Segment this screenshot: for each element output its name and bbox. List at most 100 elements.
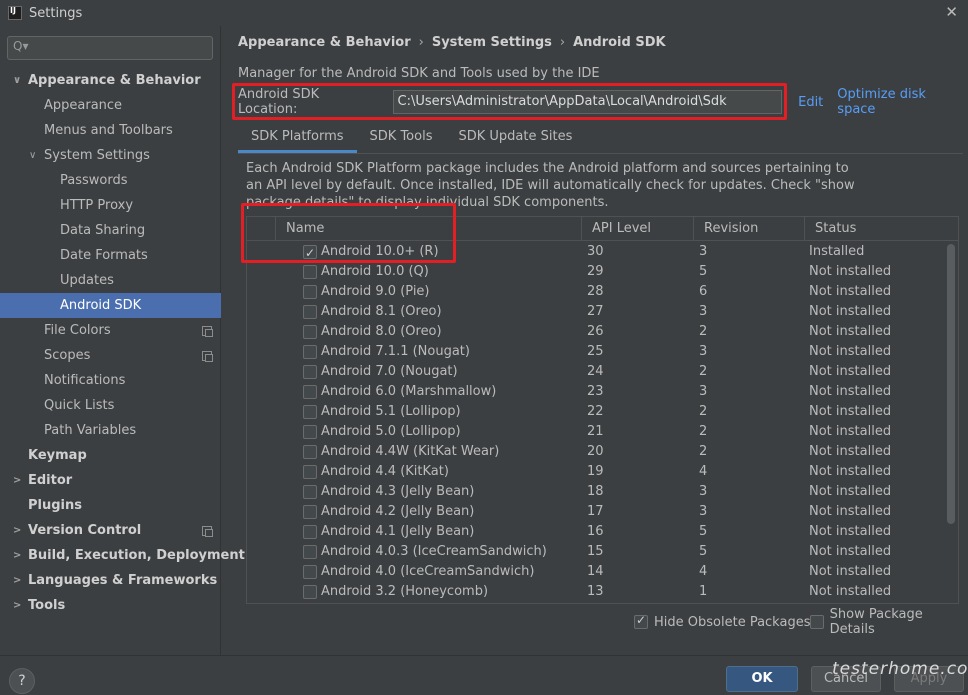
platform-checkbox[interactable] bbox=[303, 545, 317, 559]
show-details-checkbox[interactable] bbox=[810, 615, 824, 629]
table-row[interactable]: Android 4.4 (KitKat) 19 4 Not installed bbox=[247, 462, 947, 482]
breadcrumb-item: Appearance & Behavior bbox=[238, 35, 411, 50]
chevron-right-icon[interactable]: > bbox=[13, 568, 21, 593]
sidebar-item[interactable]: Menus and Toolbars bbox=[0, 118, 221, 143]
hide-obsolete-option[interactable]: Hide Obsolete Packages bbox=[634, 612, 810, 632]
chevron-down-icon[interactable]: ∨ bbox=[13, 68, 21, 93]
table-row[interactable]: Android 5.0 (Lollipop) 21 2 Not installed bbox=[247, 422, 947, 442]
table-scrollbar[interactable] bbox=[947, 244, 955, 524]
table-row[interactable]: Android 4.2 (Jelly Bean) 17 3 Not installed bbox=[247, 502, 947, 522]
platform-checkbox[interactable] bbox=[303, 585, 317, 599]
platform-checkbox[interactable] bbox=[303, 325, 317, 339]
column-header-revision[interactable]: Revision bbox=[693, 217, 805, 241]
table-row[interactable]: Android 9.0 (Pie) 28 6 Not installed bbox=[247, 282, 947, 302]
tab-sdk-update-sites[interactable]: SDK Update Sites bbox=[445, 123, 585, 151]
platform-checkbox[interactable] bbox=[303, 505, 317, 519]
platform-checkbox[interactable] bbox=[303, 345, 317, 359]
platform-checkbox[interactable] bbox=[303, 525, 317, 539]
platform-checkbox[interactable] bbox=[303, 243, 317, 263]
table-row[interactable]: Android 4.0.3 (IceCreamSandwich) 15 5 Not i… bbox=[247, 542, 947, 562]
table-row[interactable]: Android 7.0 (Nougat) 24 2 Not installed bbox=[247, 362, 947, 382]
chevron-right-icon[interactable]: > bbox=[13, 468, 21, 493]
sidebar-item[interactable]: Notifications bbox=[0, 368, 221, 393]
platform-checkbox[interactable] bbox=[303, 365, 317, 379]
breadcrumb-separator: › bbox=[559, 35, 566, 50]
platform-checkbox[interactable] bbox=[303, 445, 317, 459]
api-level: 16 bbox=[587, 524, 604, 539]
platform-checkbox[interactable] bbox=[303, 285, 317, 299]
column-header-status[interactable]: Status bbox=[804, 217, 958, 241]
platform-checkbox[interactable] bbox=[303, 385, 317, 399]
sidebar-item[interactable]: Data Sharing bbox=[0, 218, 221, 243]
tab-sdk-tools[interactable]: SDK Tools bbox=[357, 123, 446, 151]
sdk-location-field[interactable]: C:\Users\Administrator\AppData\Local\And… bbox=[392, 90, 783, 114]
sidebar-item[interactable]: HTTP Proxy bbox=[0, 193, 221, 218]
sidebar-item[interactable]: > Languages & Frameworks bbox=[0, 568, 221, 593]
table-row[interactable]: Android 10.0 (Q) 29 5 Not installed bbox=[247, 262, 947, 282]
sidebar-item-label: Path Variables bbox=[44, 423, 137, 438]
sidebar-item[interactable]: Path Variables bbox=[0, 418, 221, 443]
sidebar-item-label: Passwords bbox=[60, 173, 128, 188]
api-level: 13 bbox=[587, 584, 604, 599]
table-row[interactable]: Android 3.2 (Honeycomb) 13 1 Not installed bbox=[247, 582, 947, 602]
platform-name: Android 7.1.1 (Nougat) bbox=[321, 344, 470, 359]
hide-obsolete-checkbox[interactable] bbox=[634, 613, 648, 629]
sidebar-item[interactable]: > Version Control bbox=[0, 518, 221, 543]
table-row[interactable]: Android 8.0 (Oreo) 26 2 Not installed bbox=[247, 322, 947, 342]
sidebar-item[interactable]: ∨ Appearance & Behavior bbox=[0, 68, 221, 93]
platform-checkbox[interactable] bbox=[303, 485, 317, 499]
platform-checkbox[interactable] bbox=[303, 265, 317, 279]
table-row[interactable]: Android 5.1 (Lollipop) 22 2 Not installed bbox=[247, 402, 947, 422]
column-header-name[interactable]: Name bbox=[275, 217, 591, 241]
ok-button[interactable]: OK bbox=[726, 666, 798, 692]
platform-checkbox[interactable] bbox=[303, 465, 317, 479]
sidebar-item[interactable]: Updates bbox=[0, 268, 221, 293]
sidebar-item-label: Menus and Toolbars bbox=[44, 123, 173, 138]
optimize-disk-space-link[interactable]: Optimize disk space bbox=[837, 87, 968, 117]
sidebar-item[interactable]: Keymap bbox=[0, 443, 221, 468]
sidebar-item-label: Scopes bbox=[44, 348, 91, 363]
table-row[interactable]: Android 8.1 (Oreo) 27 3 Not installed bbox=[247, 302, 947, 322]
platform-checkbox[interactable] bbox=[303, 565, 317, 579]
sidebar-item[interactable]: Date Formats bbox=[0, 243, 221, 268]
chevron-down-icon[interactable]: ∨ bbox=[29, 143, 36, 168]
platform-checkbox[interactable] bbox=[303, 425, 317, 439]
table-row[interactable]: Android 4.0 (IceCreamSandwich) 14 4 Not ins… bbox=[247, 562, 947, 582]
revision: 4 bbox=[699, 564, 708, 579]
column-header-api-level[interactable]: API Level bbox=[581, 217, 693, 241]
sidebar-item[interactable]: Plugins bbox=[0, 493, 221, 518]
api-level: 25 bbox=[587, 344, 604, 359]
install-status: Not installed bbox=[809, 504, 892, 519]
sidebar-item[interactable]: > Build, Execution, Deployment bbox=[0, 543, 245, 568]
table-row[interactable]: Android 10.0+ (R) 30 3 Installed bbox=[247, 242, 947, 263]
help-button[interactable]: ? bbox=[9, 668, 35, 694]
platform-checkbox[interactable] bbox=[303, 405, 317, 419]
sidebar-item[interactable]: ∨ System Settings bbox=[0, 143, 221, 168]
sidebar-item[interactable]: Quick Lists bbox=[0, 393, 221, 418]
show-details-option[interactable]: Show Package Details bbox=[810, 607, 968, 637]
sidebar-item-label: Updates bbox=[60, 273, 114, 288]
table-row[interactable]: Android 4.1 (Jelly Bean) 16 5 Not installed bbox=[247, 522, 947, 542]
sidebar-item[interactable]: File Colors bbox=[0, 318, 221, 343]
tab-sdk-platforms[interactable]: SDK Platforms bbox=[238, 123, 357, 153]
table-row[interactable]: Android 7.1.1 (Nougat) 25 3 Not installed bbox=[247, 342, 947, 362]
tab-divider bbox=[238, 153, 963, 154]
sidebar-item[interactable]: Passwords bbox=[0, 168, 221, 193]
sidebar-item[interactable]: Android SDK bbox=[0, 293, 221, 318]
hide-obsolete-label: Hide Obsolete Packages bbox=[654, 614, 811, 630]
close-icon[interactable]: ✕ bbox=[945, 3, 958, 21]
settings-search-input[interactable]: Q▾ bbox=[7, 36, 213, 60]
sidebar-item[interactable]: > Tools bbox=[0, 593, 221, 618]
table-row[interactable]: Android 6.0 (Marshmallow) 23 3 Not installe… bbox=[247, 382, 947, 402]
table-row[interactable]: Android 4.3 (Jelly Bean) 18 3 Not installed bbox=[247, 482, 947, 502]
sidebar-item[interactable]: Scopes bbox=[0, 343, 221, 368]
edit-link[interactable]: Edit bbox=[798, 95, 823, 110]
api-level: 18 bbox=[587, 484, 604, 499]
chevron-right-icon[interactable]: > bbox=[13, 543, 21, 568]
table-row[interactable]: Android 4.4W (KitKat Wear) 20 2 Not install… bbox=[247, 442, 947, 462]
platform-checkbox[interactable] bbox=[303, 305, 317, 319]
sidebar-item[interactable]: Appearance bbox=[0, 93, 221, 118]
chevron-right-icon[interactable]: > bbox=[13, 593, 21, 618]
chevron-right-icon[interactable]: > bbox=[13, 518, 21, 543]
sidebar-item[interactable]: > Editor bbox=[0, 468, 221, 493]
